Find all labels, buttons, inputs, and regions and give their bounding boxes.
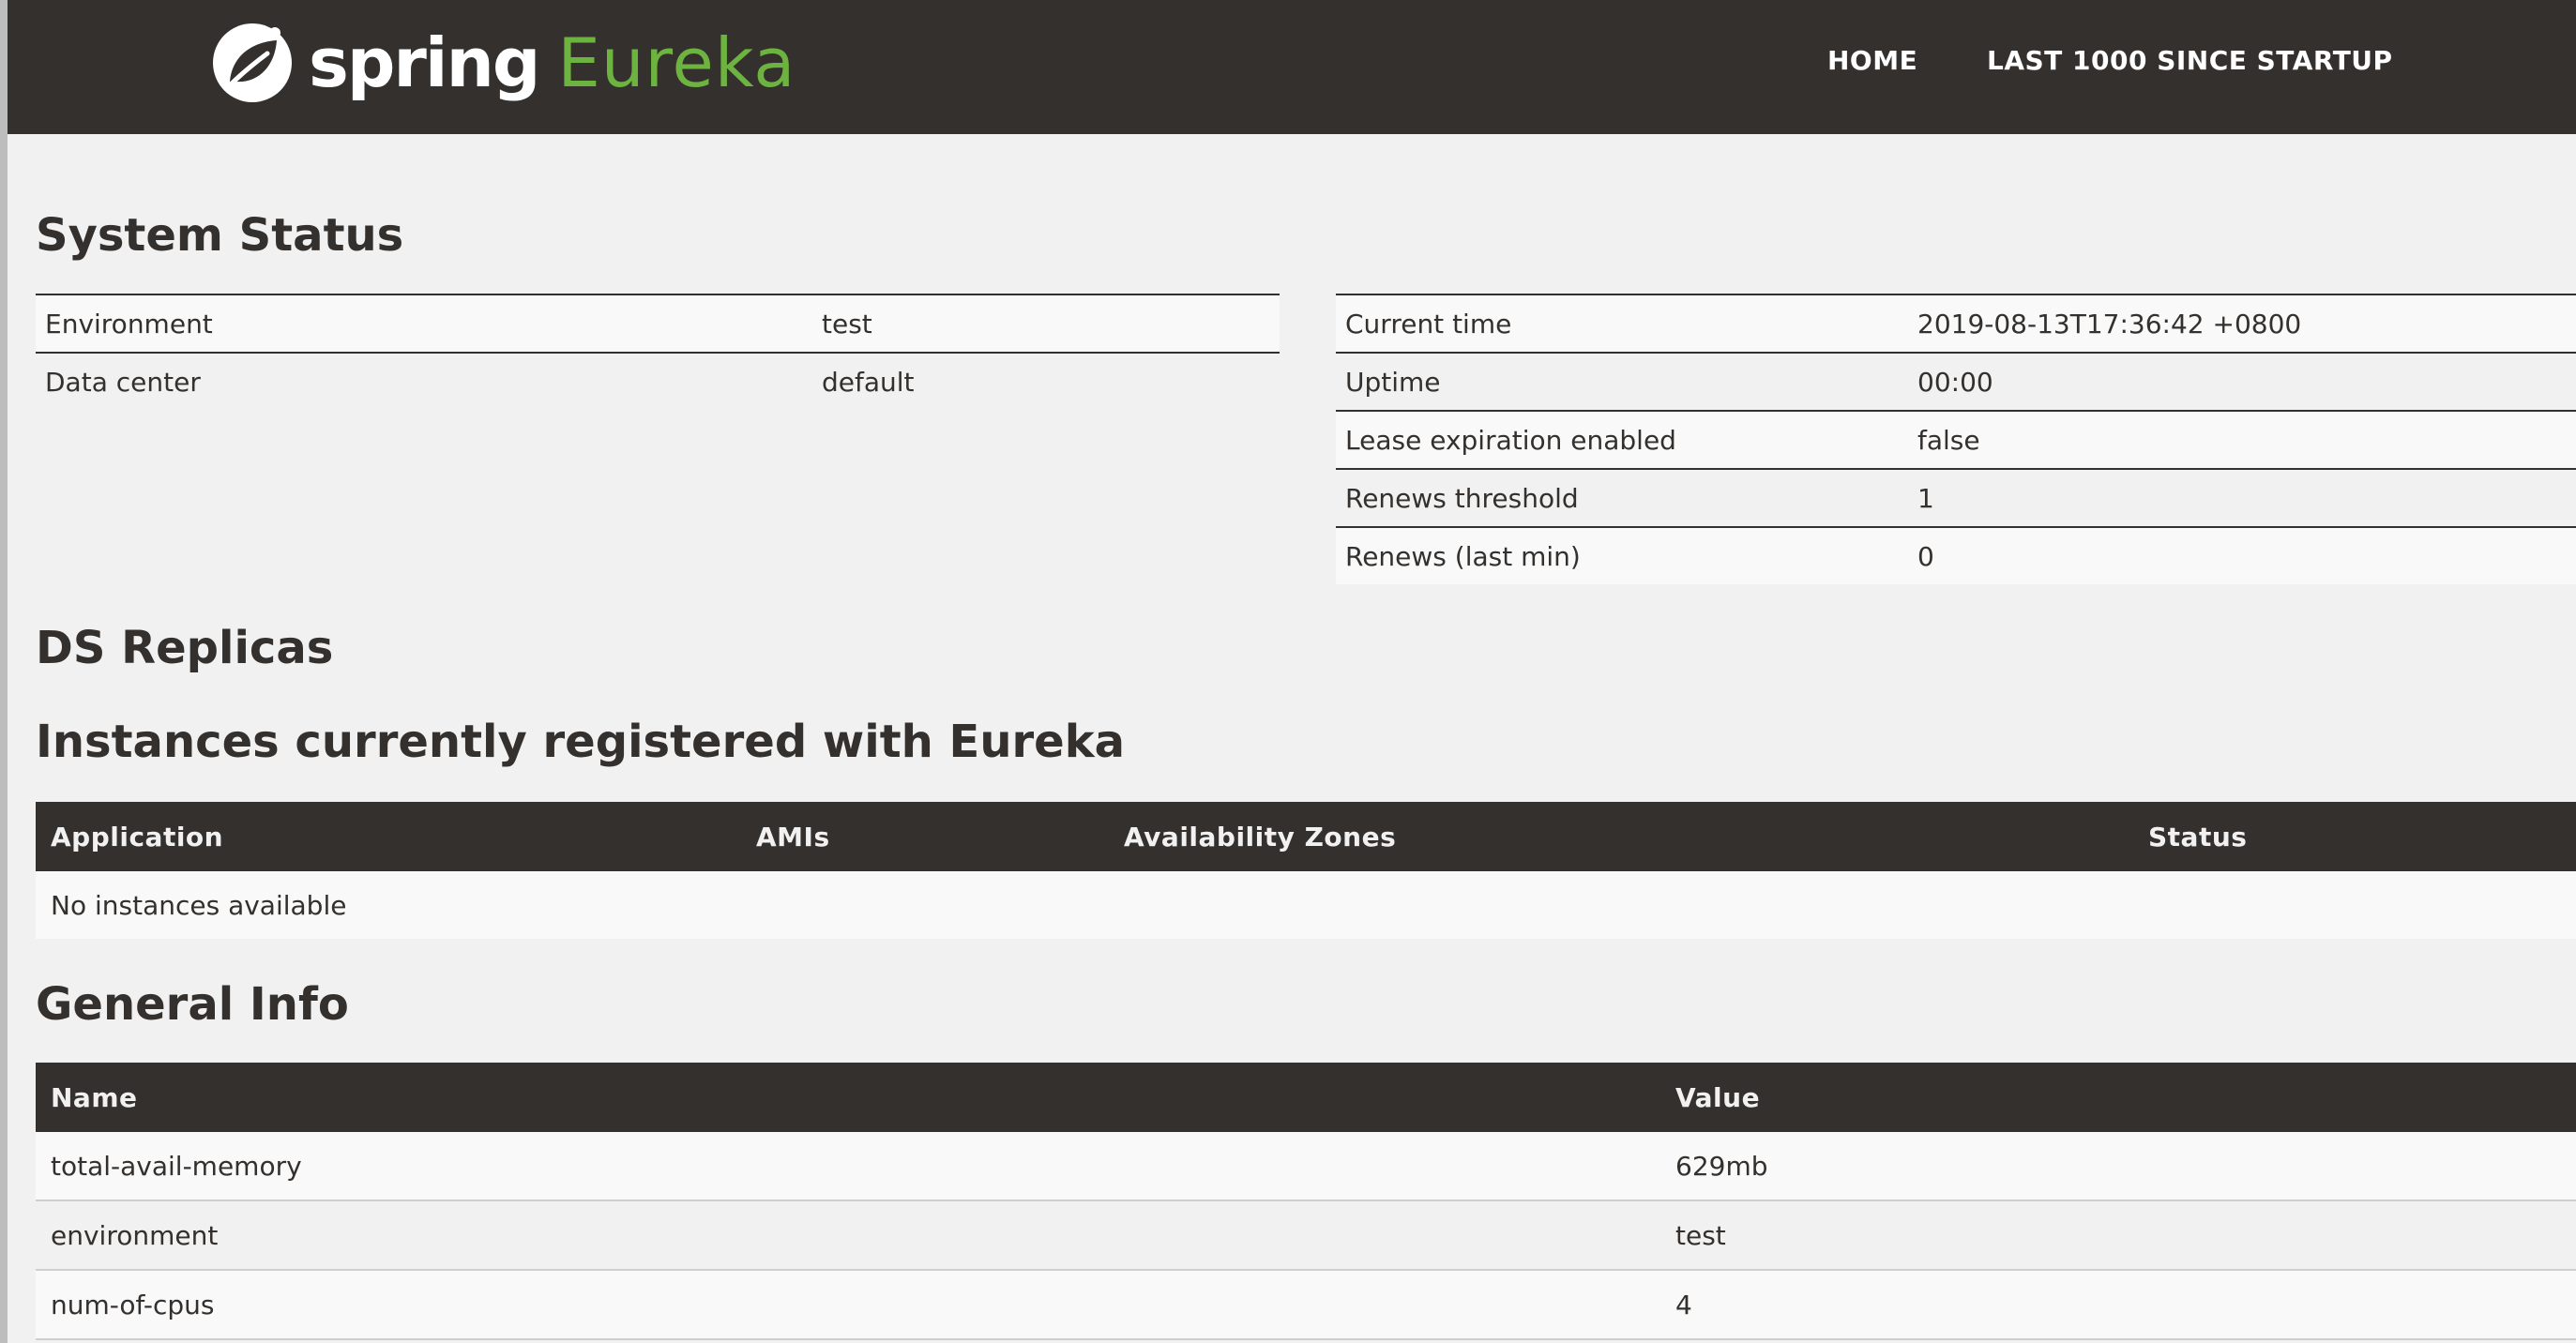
table-header-row: Name Value	[36, 1063, 2576, 1132]
nav-last-1000-link[interactable]: LAST 1000 SINCE STARTUP	[1987, 45, 2393, 76]
col-availability-zones: Availability Zones	[1109, 802, 2133, 871]
col-value: Value	[1660, 1063, 2576, 1132]
status-key: Data center	[36, 352, 812, 410]
status-key: Renews (last min)	[1336, 526, 1908, 584]
status-value: default	[812, 352, 1280, 410]
table-row: num-of-cpus 4	[36, 1270, 2576, 1340]
info-value: 629mb	[1660, 1132, 2576, 1201]
col-status: Status	[2133, 802, 2576, 871]
brand-eureka-text: Eureka	[557, 23, 796, 102]
col-amis: AMIs	[741, 802, 1109, 871]
status-value: 0	[1908, 526, 2576, 584]
table-header-row: Application AMIs Availability Zones Stat…	[36, 802, 2576, 871]
instances-heading: Instances currently registered with Eure…	[36, 716, 1126, 768]
table-row: environment test	[36, 1200, 2576, 1271]
status-key: Environment	[36, 294, 812, 353]
brand-spring-text: spring	[309, 23, 540, 102]
table-row: total-avail-memory 629mb	[36, 1132, 2576, 1201]
table-row: No instances available	[36, 871, 2576, 939]
system-status-left-table: Environment test Data center default	[36, 294, 1280, 410]
status-key: Uptime	[1336, 352, 1908, 411]
table-row: Data center default	[36, 352, 1280, 410]
table-row: Environment test	[36, 294, 1280, 353]
col-name: Name	[36, 1063, 1660, 1132]
info-name: total-avail-memory	[36, 1132, 1660, 1201]
system-status-heading: System Status	[36, 209, 404, 262]
instances-table: Application AMIs Availability Zones Stat…	[36, 802, 2576, 939]
info-value: 4	[1660, 1270, 2576, 1340]
col-application: Application	[36, 802, 741, 871]
no-instances-message: No instances available	[36, 871, 2576, 939]
status-key: Current time	[1336, 294, 1908, 353]
ds-replicas-heading: DS Replicas	[36, 622, 334, 674]
status-value: 2019-08-13T17:36:42 +0800	[1908, 294, 2576, 353]
brand-logo[interactable]: spring Eureka	[209, 11, 796, 114]
status-value: false	[1908, 410, 2576, 469]
status-key: Renews threshold	[1336, 468, 1908, 527]
status-value: test	[812, 294, 1280, 353]
table-row: Renews (last min) 0	[1336, 526, 2576, 584]
table-row: Uptime 00:00	[1336, 352, 2576, 411]
window-left-edge	[0, 0, 8, 1343]
table-row: Renews threshold 1	[1336, 468, 2576, 527]
info-value: test	[1660, 1200, 2576, 1271]
spring-leaf-icon	[213, 23, 292, 102]
status-value: 00:00	[1908, 352, 2576, 411]
table-row: Lease expiration enabled false	[1336, 410, 2576, 469]
system-status-right-table: Current time 2019-08-13T17:36:42 +0800 U…	[1336, 294, 2576, 584]
table-row: Current time 2019-08-13T17:36:42 +0800	[1336, 294, 2576, 353]
top-navbar: spring Eureka HOME LAST 1000 SINCE START…	[8, 0, 2576, 134]
status-key: Lease expiration enabled	[1336, 410, 1908, 469]
general-info-heading: General Info	[36, 978, 349, 1031]
info-name: environment	[36, 1200, 1660, 1271]
info-name: num-of-cpus	[36, 1270, 1660, 1340]
nav-home-link[interactable]: HOME	[1827, 45, 1917, 76]
general-info-table: Name Value total-avail-memory 629mb envi…	[36, 1063, 2576, 1340]
status-value: 1	[1908, 468, 2576, 527]
